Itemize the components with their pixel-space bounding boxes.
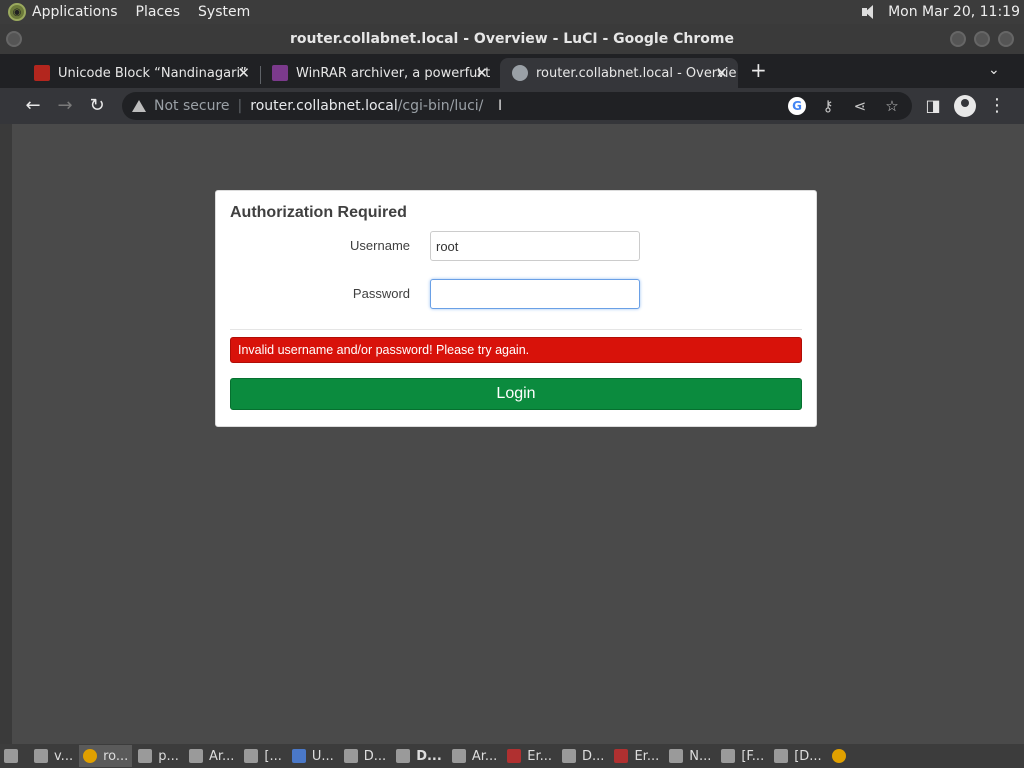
tab-unicode-nandinagari[interactable]: Unicode Block “Nandinagari” ✕ (22, 58, 260, 88)
tab-router-overview[interactable]: router.collabnet.local - Overvie ✕ (500, 58, 738, 88)
tab-search-button[interactable]: ⌄ (988, 62, 1000, 78)
folder-icon (774, 749, 789, 763)
bottom-taskbar: v... ro... p... Ar... [... U... D... D..… (0, 744, 1024, 768)
close-tab-icon[interactable]: ✕ (475, 64, 488, 82)
tab-winrar[interactable]: WinRAR archiver, a powerful t ✕ (260, 58, 498, 88)
terminal-icon (34, 749, 48, 763)
new-tab-button[interactable]: + (750, 58, 767, 82)
tab-strip: Unicode Block “Nandinagari” ✕ WinRAR arc… (0, 54, 1024, 88)
login-button[interactable]: Login (230, 378, 802, 410)
window-menu-icon[interactable] (6, 31, 22, 47)
url-path[interactable]: /cgi-bin/luci/ (398, 98, 484, 114)
menu-places[interactable]: Places (136, 4, 181, 20)
address-bar[interactable]: Not secure | router.collabnet.local /cgi… (122, 92, 912, 120)
tab-title: WinRAR archiver, a powerful t (296, 65, 491, 81)
close-tab-icon[interactable]: ✕ (237, 64, 250, 82)
document-icon (291, 749, 306, 763)
taskbar-item[interactable]: N... (665, 745, 715, 767)
minimize-icon[interactable] (950, 31, 966, 47)
google-lens-icon[interactable]: G (788, 97, 806, 115)
not-secure-label[interactable]: Not secure (154, 98, 230, 114)
auth-heading: Authorization Required (230, 204, 407, 221)
tab-title: router.collabnet.local - Overvie (536, 65, 737, 81)
taskbar-item[interactable]: p... (134, 745, 183, 767)
taskbar-item[interactable]: Ar... (448, 745, 501, 767)
wine-icon (507, 749, 522, 763)
folder-icon (396, 749, 411, 763)
unicode-favicon-icon (34, 65, 50, 81)
taskbar-chrome-launcher[interactable] (828, 745, 856, 767)
menu-applications[interactable]: Applications (32, 4, 118, 20)
archive-icon (669, 749, 684, 763)
side-panel-icon[interactable]: ◨ (922, 95, 944, 117)
distro-logo-icon[interactable]: ◉ (8, 3, 26, 21)
taskbar-item[interactable]: U... (288, 745, 338, 767)
close-window-icon[interactable] (998, 31, 1014, 47)
tab-title: Unicode Block “Nandinagari” (58, 65, 247, 81)
key-icon[interactable]: ⚷ (818, 95, 838, 117)
window-title: router.collabnet.local - Overview - LuCI… (290, 31, 734, 47)
taskbar-item[interactable]: D... (340, 745, 390, 767)
document-icon (244, 749, 259, 763)
taskbar-item[interactable]: D... (392, 745, 446, 767)
reload-icon[interactable]: ↻ (86, 95, 108, 117)
taskbar-item[interactable]: [... (240, 745, 285, 767)
url-host[interactable]: router.collabnet.local (250, 98, 397, 114)
window-titlebar: router.collabnet.local - Overview - LuCI… (0, 24, 1024, 54)
archive-icon (451, 749, 466, 763)
chrome-icon (831, 749, 846, 763)
username-label: Username (350, 238, 410, 253)
profile-avatar-icon[interactable] (954, 95, 976, 117)
taskbar-item[interactable]: D... (558, 745, 608, 767)
back-icon[interactable]: ← (22, 95, 44, 117)
page-content: Authorization Required Username Password… (0, 124, 1024, 744)
taskbar-item[interactable]: Er... (503, 745, 556, 767)
desktop-icon (4, 749, 18, 763)
taskbar-item[interactable]: [D... (770, 745, 825, 767)
text-cursor-icon: I (498, 98, 503, 114)
error-alert: Invalid username and/or password! Please… (230, 337, 802, 363)
login-form: Authorization Required Username Password… (215, 190, 817, 427)
password-label: Password (352, 286, 410, 301)
folder-icon (343, 749, 358, 763)
menu-system[interactable]: System (198, 4, 250, 20)
form-divider (230, 329, 802, 330)
browser-toolbar: ← → ↻ Not secure | router.collabnet.loca… (0, 88, 1024, 124)
globe-favicon-icon (512, 65, 528, 81)
taskbar-item[interactable]: ro... (79, 745, 133, 767)
taskbar-item[interactable]: Er... (610, 745, 663, 767)
volume-icon[interactable] (860, 4, 878, 20)
chrome-icon (83, 749, 98, 763)
bookmark-star-icon[interactable]: ☆ (882, 95, 902, 117)
password-input[interactable] (430, 279, 640, 309)
wine-icon (614, 749, 629, 763)
folder-icon (562, 749, 577, 763)
forward-icon[interactable]: → (54, 95, 76, 117)
taskbar-item[interactable]: Ar... (185, 745, 238, 767)
top-panel: ◉ Applications Places System Mon Mar 20,… (0, 0, 1024, 24)
archive-icon (188, 749, 203, 763)
more-menu-icon[interactable]: ⋮ (986, 95, 1008, 117)
share-icon[interactable]: ⋖ (850, 95, 870, 117)
maximize-icon[interactable] (974, 31, 990, 47)
panel-clock[interactable]: Mon Mar 20, 11:19 (888, 4, 1020, 20)
taskbar-item[interactable]: [F... (717, 745, 768, 767)
taskbar-item[interactable]: v... (30, 745, 77, 767)
winrar-favicon-icon (272, 65, 288, 81)
archive-icon (138, 749, 153, 763)
close-tab-icon[interactable]: ✕ (715, 64, 728, 82)
show-desktop-button[interactable] (0, 745, 28, 767)
username-input[interactable] (430, 231, 640, 261)
warning-icon[interactable] (132, 100, 146, 112)
character-map-icon (721, 749, 736, 763)
